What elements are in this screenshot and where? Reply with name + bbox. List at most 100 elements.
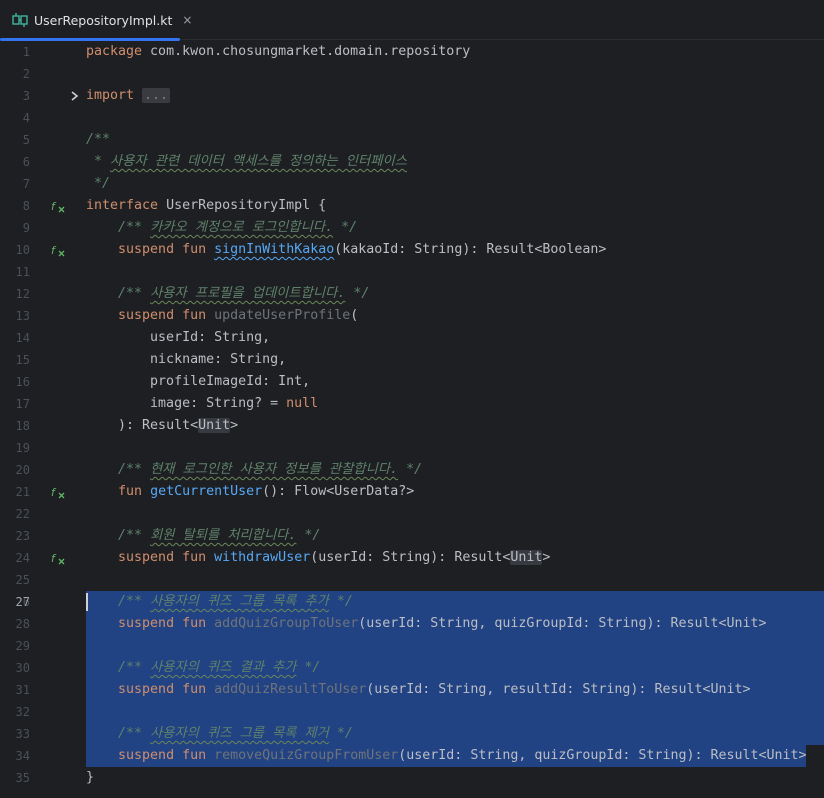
selection-highlight [86,635,824,657]
code-line: 2 [0,63,824,85]
line-number: 11 [15,265,30,279]
line-code: profileImageId: Int, [150,374,311,389]
code-line: 17 image: String? = null [0,393,824,415]
line-code: suspend fun updateUserProfile( [118,308,359,323]
implementation-marker-icon[interactable]: f [50,242,66,258]
tab-label: UserRepositoryImpl.kt [34,12,173,28]
line-number: 19 [15,441,30,455]
implementation-marker-icon[interactable]: f [50,550,66,566]
code-line: 35 } [0,767,824,789]
line-number: 4 [22,111,30,125]
line-code: /** 카카오 계정으로 로그인합니다. */ [118,220,358,235]
code-area[interactable]: 1 package com.kwon.chosungmarket.domain.… [0,41,824,798]
line-code: nickname: String, [150,352,287,367]
code-line: 32 [0,701,824,723]
editor-tab-bar: UserRepositoryImpl.kt × [0,0,824,41]
code-line: 4 [0,107,824,129]
line-code: */ [86,176,111,191]
line-code: } [86,770,95,785]
line-number: 13 [15,309,30,323]
code-line: 1 package com.kwon.chosungmarket.domain.… [0,41,824,63]
line-number: 6 [22,155,30,169]
line-code: suspend fun addQuizGroupToUser(userId: S… [118,616,767,631]
line-code: package com.kwon.chosungmarket.domain.re… [86,44,471,59]
line-code: /** 사용자의 퀴즈 그룹 목록 제거 */ [118,726,353,741]
code-line: 5 /** [0,129,824,151]
line-number: 15 [15,353,30,367]
line-number: 18 [15,419,30,433]
line-number: 32 [15,705,30,719]
line-number: 3 [22,89,30,103]
code-line: 25 [0,569,824,591]
line-number: 2 [22,67,30,81]
code-line: 12 /** 사용자 프로필을 업데이트합니다. */ [0,283,824,305]
line-code: fun getCurrentUser(): Flow<UserData?> [118,484,415,499]
tab-user-repository-impl[interactable]: UserRepositoryImpl.kt × [0,0,192,41]
code-line: 3 import ... [0,85,824,107]
svg-text:f: f [51,486,57,499]
line-code: /** [86,132,111,147]
line-code: userId: String, [150,330,271,345]
line-number: 25 [15,573,30,587]
line-number: 30 [15,661,30,675]
line-code: /** 사용자의 퀴즈 결과 추가 */ [118,660,321,675]
line-number: 34 [15,749,30,763]
line-number: 31 [15,683,30,697]
line-code: suspend fun signInWithKakao(kakaoId: Str… [118,242,607,257]
line-number: 12 [15,287,30,301]
code-line: 15 nickname: String, [0,349,824,371]
code-line: 11 [0,261,824,283]
selection-highlight [86,701,824,723]
line-number: 29 [15,639,30,653]
code-line: 21 f fun getCurrentUser(): Flow<UserData… [0,481,824,503]
line-number: 21 [15,485,30,499]
line-number: 17 [15,397,30,411]
code-line: 13 suspend fun updateUserProfile( [0,305,824,327]
code-line: 33 /** 사용자의 퀴즈 그룹 목록 제거 */ [0,723,824,745]
line-code: image: String? = null [150,396,319,411]
line-number: 10 [15,243,30,257]
code-line: 7 */ [0,173,824,195]
code-line: 34 suspend fun removeQuizGroupFromUser(u… [0,745,824,767]
code-line: 14 userId: String, [0,327,824,349]
line-code: /** 사용자 프로필을 업데이트합니다. */ [118,286,370,301]
code-editor: UserRepositoryImpl.kt × 1 package com.kw… [0,0,824,798]
code-line: 29 [0,635,824,657]
line-number: 14 [15,331,30,345]
line-code: import ... [86,88,171,103]
line-number: 7 [22,177,30,191]
kotlin-interface-file-icon [12,12,28,28]
line-code: ): Result<Unit> [118,418,239,433]
svg-text:f: f [51,244,57,257]
code-line: 28 suspend fun addQuizGroupToUser(userId… [0,613,824,635]
line-code: /** 사용자의 퀴즈 그룹 목록 추가 */ [118,594,353,609]
chevron-right-icon[interactable] [68,88,82,104]
code-line: 10 f suspend fun signInWithKakao(kakaoId… [0,239,824,261]
line-number: 5 [22,133,30,147]
implementation-marker-icon[interactable]: f [50,484,66,500]
line-number: 35 [15,771,30,785]
line-number: 16 [15,375,30,389]
line-number: 1 [22,45,30,59]
tab-close-icon[interactable]: × [182,13,192,27]
code-line: 23 /** 회원 탈퇴를 처리합니다. */ [0,525,824,547]
code-line: 9 /** 카카오 계정으로 로그인합니다. */ [0,217,824,239]
line-code: suspend fun removeQuizGroupFromUser(user… [118,748,807,763]
line-code: interface UserRepositoryImpl { [86,198,327,213]
line-number: 20 [15,463,30,477]
code-line: 22 [0,503,824,525]
line-code: suspend fun addQuizResultToUser(userId: … [118,682,751,697]
code-line: 19 [0,437,824,459]
svg-text:f: f [51,200,57,213]
line-number: 33 [15,727,30,741]
svg-text:f: f [51,552,57,565]
line-number: 28 [15,617,30,631]
line-code: /** 회원 탈퇴를 처리합니다. */ [118,528,321,543]
code-line: 24 f suspend fun withdrawUser(userId: St… [0,547,824,569]
code-line: 8 f interface UserRepositoryImpl { [0,195,824,217]
folded-imports[interactable]: ... [142,88,171,103]
implementation-marker-icon[interactable]: f [50,198,66,214]
line-number: 24 [15,551,30,565]
code-line: 20 /** 현재 로그인한 사용자 정보를 관찰합니다. */ [0,459,824,481]
line-code: suspend fun withdrawUser(userId: String)… [118,550,551,565]
